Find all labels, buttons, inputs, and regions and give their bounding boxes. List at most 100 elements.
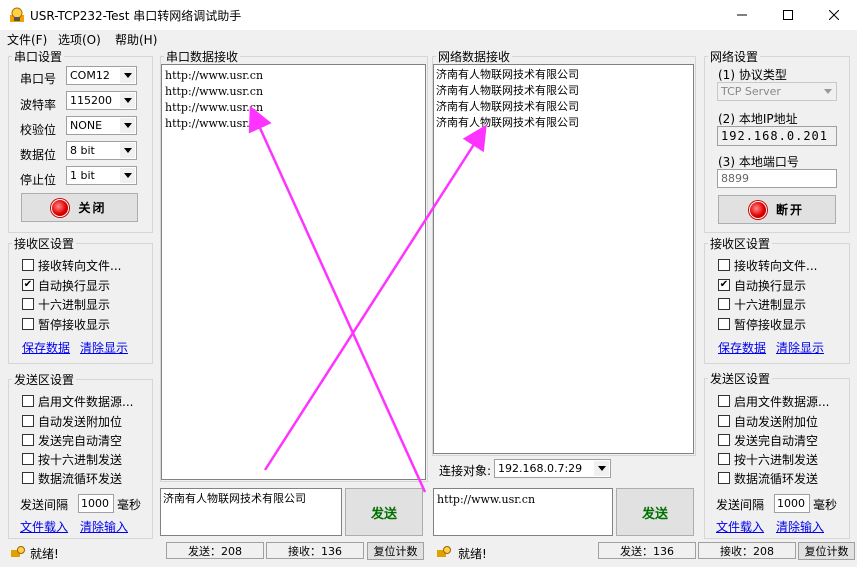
port-select[interactable]: COM12 [66,66,137,85]
left-auto-clear-checkbox[interactable] [22,434,34,446]
left-load-file-link[interactable]: 文件载入 [20,518,68,535]
stopbits-label: 停止位 [20,173,57,187]
left-pause-display-checkbox[interactable] [22,318,34,330]
right-hex-display-checkbox[interactable] [718,298,730,310]
right-pause-display-checkbox[interactable] [718,318,730,330]
right-auto-wrap-checkbox[interactable]: ✔ [718,279,730,291]
status-left-received: 接收：136 [266,542,364,559]
left-save-data-link[interactable]: 保存数据 [22,339,70,356]
status-info-icon [437,546,451,557]
status-right-reset-button[interactable]: 复位计数 [798,542,855,560]
left-interval-input[interactable]: 1000 [78,494,114,513]
right-clear-input-link[interactable]: 清除输入 [776,518,824,535]
menu-options[interactable]: 选项(O) [58,31,101,48]
menu-file[interactable]: 文件(F) [7,31,47,48]
close-window-button[interactable] [811,0,857,30]
left-recv-to-file-checkbox[interactable] [22,259,34,271]
serial-receive-line: http://www.usr.cn [165,85,264,98]
local-port-label: (3) 本地端口号 [718,155,799,169]
right-append-bits-checkbox[interactable] [718,415,730,427]
right-clear-display-link[interactable]: 清除显示 [776,339,824,356]
right-auto-clear-label: 发送完自动清空 [734,434,819,448]
status-left-reset-button[interactable]: 复位计数 [367,542,424,560]
right-append-bits-label: 自动发送附加位 [734,415,819,429]
databits-label: 数据位 [20,148,57,162]
net-send-textarea[interactable]: http://www.usr.cn [433,488,613,536]
left-file-source-checkbox[interactable] [22,395,34,407]
baud-select[interactable]: 115200 [66,91,137,110]
minimize-button[interactable] [719,0,765,30]
menu-help[interactable]: 帮助(H) [115,31,157,48]
right-receive-settings-title: 接收区设置 [708,235,773,252]
net-send-text: http://www.usr.cn [437,493,536,506]
check-icon: ✔ [719,279,729,290]
connection-select[interactable]: 192.168.0.7:29 [494,459,611,478]
close-icon [829,10,839,20]
net-receive-line: 济南有人物联网技术有限公司 [436,84,579,97]
net-receive-textarea[interactable]: 济南有人物联网技术有限公司 济南有人物联网技术有限公司 济南有人物联网技术有限公… [433,64,694,454]
net-receive-line: 济南有人物联网技术有限公司 [436,116,579,129]
left-append-bits-label: 自动发送附加位 [38,415,123,429]
left-loop-send-checkbox[interactable] [22,472,34,484]
left-hex-display-label: 十六进制显示 [38,298,111,312]
status-left-sent: 发送：208 [166,542,264,559]
net-send-button[interactable]: 发送 [616,488,694,536]
status-info-icon [11,546,25,557]
status-left-ready: 就绪! [30,547,59,561]
ip-octet-2: 168 [753,129,779,143]
left-auto-wrap-label: 自动换行显示 [38,279,111,293]
serial-close-button[interactable]: 关闭 [21,193,138,222]
right-auto-clear-checkbox[interactable] [718,434,730,446]
serial-send-button[interactable]: 发送 [345,488,423,536]
left-send-settings-title: 发送区设置 [12,371,77,388]
left-recv-to-file-label: 接收转向文件... [38,259,122,273]
right-interval-label: 发送间隔 [716,498,765,512]
protocol-value: TCP Server [721,85,781,98]
left-interval-unit: 毫秒 [117,498,142,512]
protocol-select[interactable]: TCP Server [717,82,837,101]
left-clear-display-link[interactable]: 清除显示 [80,339,128,356]
right-hex-send-checkbox[interactable] [718,453,730,465]
status-right-sent: 发送：136 [598,542,696,559]
ip-octet-1: 192 [721,129,746,143]
serial-receive-textarea[interactable]: http://www.usr.cn http://www.usr.cn http… [161,64,426,480]
window-title: USR-TCP232-Test 串口转网络调试助手 [30,9,242,23]
left-hex-send-checkbox[interactable] [22,453,34,465]
right-hex-display-label: 十六进制显示 [734,298,807,312]
red-lamp-icon [52,199,69,216]
left-clear-input-link[interactable]: 清除输入 [80,518,128,535]
right-load-file-link[interactable]: 文件载入 [716,518,764,535]
local-port-input[interactable]: 8899 [717,169,837,188]
stopbits-select[interactable]: 1 bit [66,166,137,185]
right-loop-send-checkbox[interactable] [718,472,730,484]
left-pause-display-label: 暂停接收显示 [38,318,111,332]
title-bar[interactable]: USR-TCP232-Test 串口转网络调试助手 [0,0,857,30]
serial-settings-title: 串口设置 [12,48,65,65]
right-recv-to-file-checkbox[interactable] [718,259,730,271]
databits-select[interactable]: 8 bit [66,141,137,160]
maximize-button[interactable] [765,0,811,30]
right-save-data-link[interactable]: 保存数据 [718,339,766,356]
right-auto-wrap-label: 自动换行显示 [734,279,807,293]
left-file-source-label: 启用文件数据源... [38,395,134,409]
left-append-bits-checkbox[interactable] [22,415,34,427]
chevron-down-icon [820,84,835,99]
serial-send-textarea[interactable]: 济南有人物联网技术有限公司 [160,488,342,536]
red-lamp-icon [749,201,766,218]
check-icon: ✔ [23,279,33,290]
right-interval-input[interactable]: 1000 [774,494,810,513]
ip-address-field[interactable]: 192. 168. 0. 201 [717,126,837,146]
stopbits-value: 1 bit [70,169,95,182]
right-file-source-label: 启用文件数据源... [734,395,830,409]
chevron-down-icon [120,118,135,133]
parity-select[interactable]: NONE [66,116,137,135]
left-hex-display-checkbox[interactable] [22,298,34,310]
right-file-source-checkbox[interactable] [718,395,730,407]
app-icon [10,7,24,22]
right-send-settings-title: 发送区设置 [708,370,773,387]
left-auto-wrap-checkbox[interactable]: ✔ [22,279,34,291]
parity-value: NONE [70,119,103,132]
serial-receive-line: http://www.usr.cn [165,117,264,130]
net-disconnect-button[interactable]: 断开 [718,195,836,224]
baud-label: 波特率 [20,98,57,112]
